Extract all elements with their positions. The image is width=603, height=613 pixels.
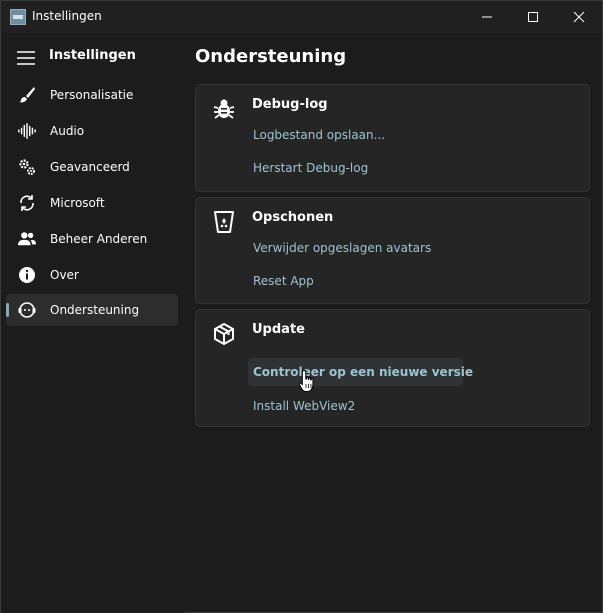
reset-app-link[interactable]: Reset App [253,274,314,288]
gears-icon [17,158,37,176]
close-button[interactable] [556,1,602,33]
sidebar-item-label: Ondersteuning [50,303,140,317]
trash-icon [214,211,234,233]
maximize-button[interactable] [510,1,556,33]
remove-avatars-link[interactable]: Verwijder opgeslagen avatars [253,241,431,255]
check-update-link[interactable]: Controleer op een nieuwe versie [253,365,473,379]
sidebar-item-geavanceerd[interactable]: Geavanceerd [6,151,178,183]
sidebar-item-microsoft[interactable]: Microsoft [6,187,178,219]
window-title: Instellingen [32,9,102,23]
card-title: Opschonen [252,210,334,225]
card-title: Update [252,322,305,337]
close-icon [573,11,585,23]
opschonen-card: Opschonen Verwijder opgeslagen avatars R… [195,197,590,304]
sidebar-item-beheer-anderen[interactable]: Beheer Anderen [6,223,178,255]
settings-window: Instellingen Instellingen Personalisatie [0,0,603,613]
install-webview2-link[interactable]: Install WebView2 [253,399,355,413]
minimize-icon [482,16,492,18]
sidebar-item-label: Personalisatie [50,88,134,102]
app-icon [10,9,26,25]
card-title: Debug-log [252,97,328,112]
paintbrush-icon [17,86,37,104]
sidebar-item-label: Over [50,268,79,282]
hand-cursor-icon [298,369,314,393]
sidebar-title: Instellingen [49,48,136,63]
page-title: Ondersteuning [195,46,347,67]
restart-debug-log-link[interactable]: Herstart Debug-log [253,161,368,175]
sidebar-item-audio[interactable]: Audio [6,115,178,147]
bug-icon [213,99,235,119]
sidebar-item-over[interactable]: Over [6,259,178,291]
sync-icon [17,194,37,212]
audio-wave-icon [17,122,37,140]
sidebar-item-label: Microsoft [50,196,105,210]
sidebar-item-label: Audio [50,124,85,138]
minimize-button[interactable] [464,1,510,33]
update-card: Update Controleer op een nieuwe versie I… [195,309,590,427]
hamburger-menu-icon[interactable] [17,51,35,65]
sidebar-item-label: Geavanceerd [50,160,130,174]
users-icon [17,230,37,248]
sidebar: Instellingen Personalisatie Audio Geavan… [1,33,185,613]
maximize-icon [528,12,538,22]
sidebar-item-label: Beheer Anderen [50,232,148,246]
sidebar-item-ondersteuning[interactable]: Ondersteuning [6,294,178,326]
save-log-link[interactable]: Logbestand opslaan... [253,128,385,142]
support-icon [17,301,37,319]
title-bar[interactable]: Instellingen [1,1,602,33]
info-icon [17,266,37,284]
package-icon [214,323,234,345]
sidebar-item-personalisatie[interactable]: Personalisatie [6,79,178,111]
debug-log-card: Debug-log Logbestand opslaan... Herstart… [195,84,590,192]
